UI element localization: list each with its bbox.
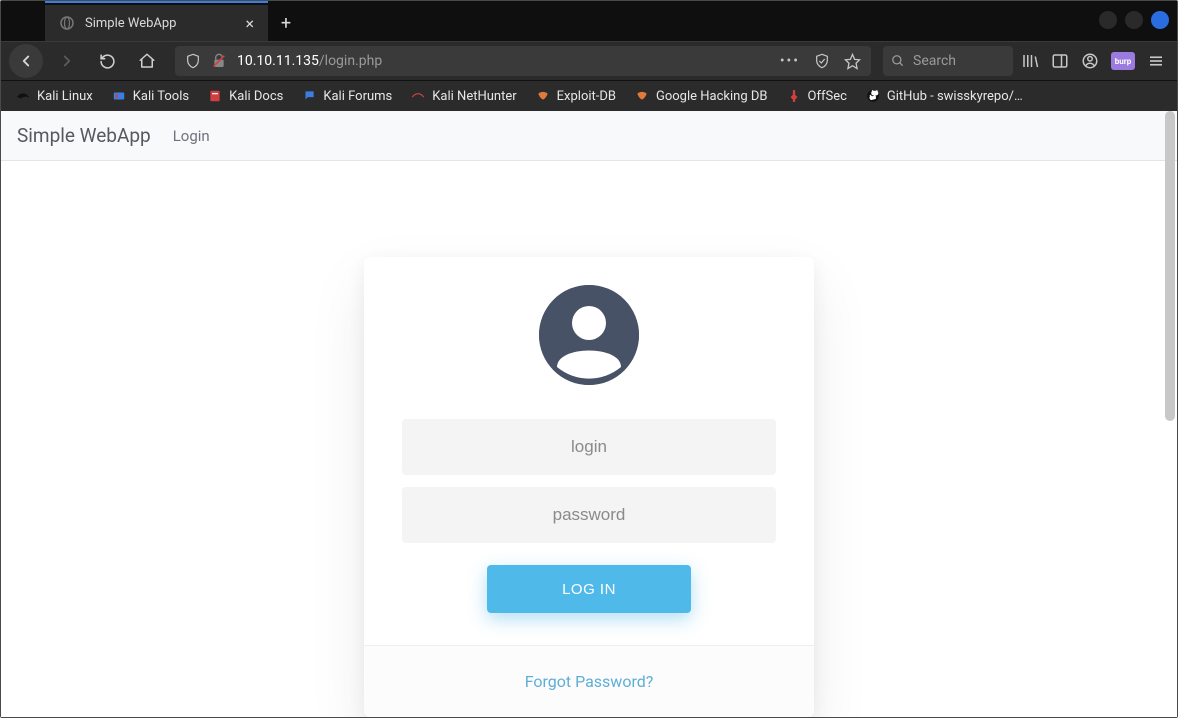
kali-icon xyxy=(15,88,31,104)
reader-shield-icon[interactable] xyxy=(814,53,830,69)
docs-icon xyxy=(207,88,223,104)
bookmark-ghdb[interactable]: Google Hacking DB xyxy=(628,85,774,107)
bookmark-kali-forums[interactable]: Kali Forums xyxy=(295,85,398,107)
avatar-icon xyxy=(539,285,639,385)
bookmarks-bar: Kali Linux Kali Tools Kali Docs Kali For… xyxy=(1,81,1177,111)
offsec-icon xyxy=(786,88,802,104)
maximize-icon[interactable] xyxy=(1125,11,1143,29)
hamburger-menu-icon[interactable] xyxy=(1147,52,1165,70)
account-icon[interactable] xyxy=(1081,52,1099,70)
reload-button[interactable] xyxy=(91,45,123,77)
bookmark-kali-nethunter[interactable]: Kali NetHunter xyxy=(404,85,522,107)
more-dots-icon[interactable]: ••• xyxy=(780,53,800,69)
close-tab-icon[interactable]: × xyxy=(241,14,258,33)
browser-toolbar: 10.10.11.135/login.php ••• Search xyxy=(1,41,1177,81)
url-text: 10.10.11.135/login.php xyxy=(237,53,770,69)
login-card: LOG IN Forgot Password? xyxy=(364,257,814,717)
favicon-icon xyxy=(59,15,75,31)
app-navbar: Simple WebApp Login xyxy=(1,111,1177,161)
page-viewport: Simple WebApp Login LOG IN xyxy=(1,111,1177,717)
app-brand[interactable]: Simple WebApp xyxy=(17,124,151,147)
nav-login-link[interactable]: Login xyxy=(173,127,210,145)
close-window-icon[interactable] xyxy=(1151,11,1169,29)
bookmark-exploit-db[interactable]: Exploit-DB xyxy=(529,85,622,107)
new-tab-button[interactable]: + xyxy=(268,5,304,41)
tab-title: Simple WebApp xyxy=(85,16,231,31)
bookmark-kali-tools[interactable]: Kali Tools xyxy=(105,85,195,107)
tab-bar: Simple WebApp × + xyxy=(1,1,1177,41)
library-icon[interactable] xyxy=(1021,52,1039,70)
back-button[interactable] xyxy=(9,44,43,78)
forgot-password-link[interactable]: Forgot Password? xyxy=(525,672,654,691)
forums-icon xyxy=(301,88,317,104)
github-icon xyxy=(865,88,881,104)
search-icon xyxy=(891,54,905,68)
sidebar-icon[interactable] xyxy=(1051,52,1069,70)
tools-icon xyxy=(111,88,127,104)
minimize-icon[interactable] xyxy=(1099,11,1117,29)
home-button[interactable] xyxy=(131,45,163,77)
bookmark-kali-linux[interactable]: Kali Linux xyxy=(9,85,99,107)
password-input[interactable] xyxy=(402,487,776,543)
address-bar[interactable]: 10.10.11.135/login.php ••• xyxy=(175,46,871,76)
insecure-lock-icon[interactable] xyxy=(211,53,227,69)
window-controls xyxy=(1099,11,1169,29)
ghdb-icon xyxy=(634,88,650,104)
scrollbar-thumb[interactable] xyxy=(1165,111,1175,421)
exploit-db-icon xyxy=(535,88,551,104)
search-placeholder: Search xyxy=(913,53,956,69)
nethunter-icon xyxy=(410,88,426,104)
search-box[interactable]: Search xyxy=(883,46,1013,76)
bookmark-offsec[interactable]: OffSec xyxy=(780,85,853,107)
active-tab-indicator xyxy=(45,1,268,3)
burp-extension-icon[interactable]: burp xyxy=(1111,52,1135,70)
bookmark-kali-docs[interactable]: Kali Docs xyxy=(201,85,289,107)
bookmark-github[interactable]: GitHub - swisskyrepo/… xyxy=(859,85,1029,107)
username-input[interactable] xyxy=(402,419,776,475)
forward-button[interactable] xyxy=(51,45,83,77)
bookmark-star-icon[interactable] xyxy=(844,53,861,70)
browser-tab[interactable]: Simple WebApp × xyxy=(45,5,268,41)
shield-icon[interactable] xyxy=(185,53,201,69)
login-button[interactable]: LOG IN xyxy=(487,565,691,613)
